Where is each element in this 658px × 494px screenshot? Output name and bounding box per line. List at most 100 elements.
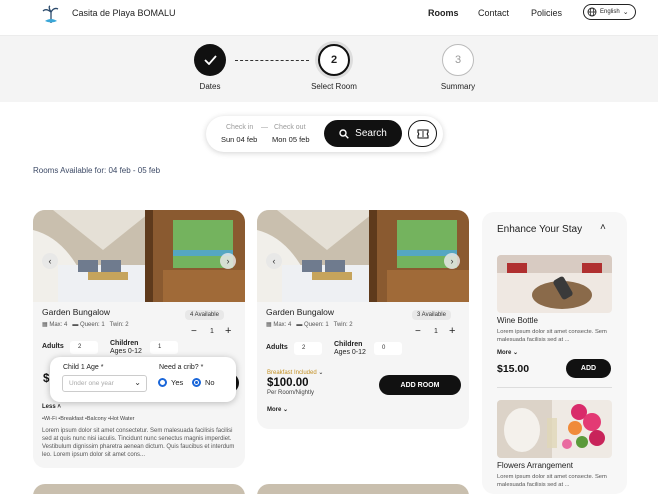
radio-yes[interactable] (158, 378, 167, 387)
flowers-photo (497, 400, 612, 458)
step-number: 2 (330, 54, 338, 66)
room-capacity: ▦ Max: 4 ▬ Queen: 1 Twin: 2 (42, 321, 129, 328)
checkout-value[interactable]: Mon 05 feb (272, 135, 310, 144)
adults-input[interactable]: 2 (294, 342, 322, 355)
step-summary[interactable]: 3 (442, 44, 474, 76)
divider (497, 387, 612, 388)
queen-beds: Queen: 1 (80, 322, 105, 328)
next-photo-arrow[interactable]: › (220, 253, 236, 269)
ticket-icon (416, 128, 429, 139)
chevron-right-icon: › (226, 256, 230, 266)
less-toggle[interactable]: Less ˄ (42, 404, 61, 410)
top-navigation-bar: Casita de Playa BOMALU Rooms Contact Pol… (0, 0, 658, 36)
booking-stepper: Dates 2 Select Room 3 Summary (0, 36, 658, 102)
decrease-quantity-button[interactable]: − (191, 326, 197, 337)
room-price: $100.00 (267, 377, 309, 389)
checkout-label: Check out (274, 124, 306, 131)
availability-badge: 3 Available (412, 310, 451, 320)
add-addon-button[interactable]: ADD (566, 359, 611, 378)
search-button-label: Search (355, 128, 387, 139)
decrease-quantity-button[interactable]: − (415, 326, 421, 337)
step-number: 3 (454, 54, 462, 66)
room-card-partial (257, 484, 469, 494)
wine-bottle-photo (497, 255, 612, 313)
chevron-down-icon: ⌄ (622, 9, 629, 16)
children-label: Children (334, 341, 363, 348)
brand-name[interactable]: Casita de Playa BOMALU (72, 8, 176, 18)
step-dates-done[interactable] (194, 44, 226, 76)
people-icon: ▦ (42, 322, 48, 328)
check-icon (203, 55, 217, 65)
nav-contact[interactable]: Contact (478, 8, 509, 18)
crib-yes-label: Yes (171, 378, 184, 387)
children-age-range: Ages 0-12 (334, 349, 366, 356)
less-label: Less (42, 404, 56, 410)
previous-photo-arrow[interactable]: ‹ (266, 253, 282, 269)
addon-title: Wine Bottle (497, 316, 538, 325)
bed-icon: ▬ (72, 322, 79, 328)
increase-quantity-button[interactable]: + (225, 325, 231, 337)
checkin-value[interactable]: Sun 04 feb (221, 135, 257, 144)
increase-quantity-button[interactable]: + (449, 325, 455, 337)
room-capacity: ▦ Max: 4 ▬ Queen: 1 Twin: 2 (266, 321, 353, 328)
language-label: English (600, 9, 620, 15)
child-age-select[interactable]: Under one year ⌄ (62, 375, 147, 392)
promo-code-button[interactable] (408, 120, 437, 147)
chevron-up-icon[interactable]: ˄ (600, 222, 606, 233)
breakfast-toggle[interactable]: Breakfast Included ⌄ (267, 369, 323, 376)
step-label-select-room: Select Room (311, 82, 357, 91)
search-button[interactable]: Search (324, 120, 402, 147)
price-unit: Per Room/Nightly (267, 390, 315, 396)
chevron-down-icon: ⌄ (513, 350, 519, 356)
queen-beds: Queen: 1 (304, 322, 329, 328)
addon-more-toggle[interactable]: More ⌄ (497, 349, 518, 356)
search-icon (339, 128, 349, 139)
max-occupancy: Max: 4 (273, 322, 292, 328)
language-selector[interactable]: English ⌄ (583, 4, 636, 20)
chevron-up-icon: ˄ (57, 404, 61, 410)
nav-rooms[interactable]: Rooms (428, 8, 459, 18)
room-quantity: 1 (434, 328, 438, 335)
addon-description: Lorem ipsum dolor sit amet consecte. Sem… (497, 329, 607, 343)
palm-logo-icon[interactable] (42, 5, 60, 25)
chevron-left-icon: ‹ (48, 256, 52, 266)
amenities-list: •Wi-Fi •Breakfast •Balcony •Hot Water (42, 416, 135, 422)
children-input[interactable]: 0 (374, 342, 402, 355)
room-card: ‹ › Garden Bungalow 3 Available ▦ Max: 4… (257, 210, 469, 429)
step-connector (235, 60, 309, 61)
adults-label: Adults (266, 344, 288, 351)
crib-no-option[interactable]: No (192, 378, 215, 387)
chevron-down-icon: ⌄ (134, 378, 141, 387)
addon-title: Flowers Arrangement (497, 461, 574, 470)
crib-yes-option[interactable]: Yes (158, 378, 183, 387)
enhance-title: Enhance Your Stay (497, 224, 583, 235)
room-title: Garden Bungalow (42, 307, 111, 317)
twin-beds: Twin: 2 (109, 322, 129, 328)
room-description: Lorem ipsum dolor sit amet consectetur. … (42, 428, 235, 458)
children-input[interactable]: 1 (150, 341, 178, 354)
radio-no[interactable] (192, 378, 201, 387)
step-label-summary: Summary (440, 82, 476, 91)
rooms-available-text: Rooms Available for: 04 feb - 05 feb (33, 166, 161, 175)
addon-price: $15.00 (497, 363, 530, 375)
room-quantity: 1 (210, 328, 214, 335)
chevron-left-icon: ‹ (272, 256, 276, 266)
room-photo (33, 210, 245, 302)
more-toggle[interactable]: More ⌄ (267, 406, 288, 413)
adults-input[interactable]: 2 (70, 341, 98, 354)
nav-policies[interactable]: Policies (531, 8, 562, 18)
child-age-popup: Child 1 Age * Under one year ⌄ Need a cr… (50, 357, 236, 402)
date-separator: — (261, 124, 268, 131)
add-room-button[interactable]: ADD ROOM (379, 375, 461, 395)
chevron-down-icon: ⌄ (283, 407, 289, 413)
max-occupancy: Max: 4 (49, 322, 68, 328)
room-photo (257, 210, 469, 302)
crib-label: Need a crib? * (159, 364, 204, 371)
room-title: Garden Bungalow (266, 307, 335, 317)
addon-description: Lorem ipsum dolor sit amet consecte. Sem… (497, 474, 607, 488)
child-age-label: Child 1 Age * (63, 364, 104, 371)
next-photo-arrow[interactable]: › (444, 253, 460, 269)
children-age-range: Ages 0-12 (110, 348, 142, 355)
previous-photo-arrow[interactable]: ‹ (42, 253, 58, 269)
step-select-room[interactable]: 2 (318, 44, 350, 76)
